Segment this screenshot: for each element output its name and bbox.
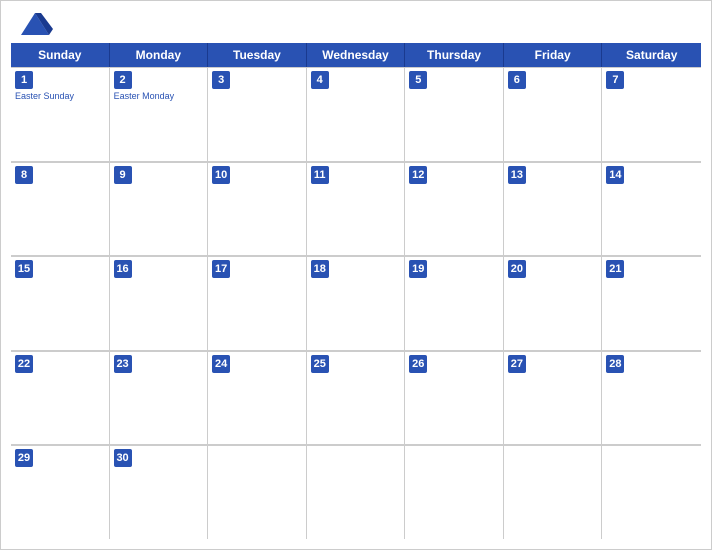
weekday-header-friday: Friday (504, 43, 603, 67)
day-cell-11: 11 (307, 162, 406, 256)
day-cell-empty (405, 445, 504, 539)
logo-icon (17, 9, 53, 39)
day-cell-empty (307, 445, 406, 539)
day-number: 18 (311, 260, 329, 278)
day-number: 17 (212, 260, 230, 278)
day-cell-29: 29 (11, 445, 110, 539)
day-cell-22: 22 (11, 351, 110, 445)
day-cell-26: 26 (405, 351, 504, 445)
day-cell-21: 21 (602, 256, 701, 350)
day-number: 15 (15, 260, 33, 278)
day-cell-7: 7 (602, 67, 701, 161)
weekday-header-saturday: Saturday (602, 43, 701, 67)
day-cell-12: 12 (405, 162, 504, 256)
week-row-4: 22 23 24 25 26 27 28 (11, 351, 701, 446)
day-cell-1: 1 Easter Sunday (11, 67, 110, 161)
day-number: 1 (15, 71, 33, 89)
day-number: 12 (409, 166, 427, 184)
week-row-5: 29 30 (11, 445, 701, 539)
day-number: 25 (311, 355, 329, 373)
day-number: 13 (508, 166, 526, 184)
day-number: 20 (508, 260, 526, 278)
day-number: 5 (409, 71, 427, 89)
day-cell-30: 30 (110, 445, 209, 539)
weekday-header-tuesday: Tuesday (208, 43, 307, 67)
day-cell-5: 5 (405, 67, 504, 161)
day-number: 23 (114, 355, 132, 373)
holiday-label: Easter Sunday (15, 91, 105, 102)
day-number: 26 (409, 355, 427, 373)
day-number: 11 (311, 166, 329, 184)
day-cell-10: 10 (208, 162, 307, 256)
day-number: 10 (212, 166, 230, 184)
calendar-page: SundayMondayTuesdayWednesdayThursdayFrid… (0, 0, 712, 550)
weekday-header-thursday: Thursday (405, 43, 504, 67)
day-number: 3 (212, 71, 230, 89)
day-number: 9 (114, 166, 132, 184)
day-number: 16 (114, 260, 132, 278)
day-cell-18: 18 (307, 256, 406, 350)
week-row-2: 8 9 10 11 12 13 14 (11, 162, 701, 257)
weeks-container: 1 Easter Sunday 2 Easter Monday 3 4 5 6 7 8 9 10 11 1… (11, 67, 701, 539)
week-row-3: 15 16 17 18 19 20 21 (11, 256, 701, 351)
day-cell-3: 3 (208, 67, 307, 161)
day-cell-2: 2 Easter Monday (110, 67, 209, 161)
day-cell-20: 20 (504, 256, 603, 350)
day-number: 14 (606, 166, 624, 184)
week-row-1: 1 Easter Sunday 2 Easter Monday 3 4 5 6 7 (11, 67, 701, 162)
day-cell-16: 16 (110, 256, 209, 350)
weekday-header-wednesday: Wednesday (307, 43, 406, 67)
day-cell-23: 23 (110, 351, 209, 445)
weekday-headers: SundayMondayTuesdayWednesdayThursdayFrid… (11, 43, 701, 67)
day-number: 29 (15, 449, 33, 467)
calendar-grid: SundayMondayTuesdayWednesdayThursdayFrid… (11, 43, 701, 539)
day-cell-empty (602, 445, 701, 539)
logo (17, 9, 57, 39)
day-number: 30 (114, 449, 132, 467)
day-number: 21 (606, 260, 624, 278)
day-number: 24 (212, 355, 230, 373)
day-number: 7 (606, 71, 624, 89)
day-cell-15: 15 (11, 256, 110, 350)
day-cell-4: 4 (307, 67, 406, 161)
weekday-header-monday: Monday (110, 43, 209, 67)
day-cell-25: 25 (307, 351, 406, 445)
header (1, 1, 711, 43)
weekday-header-sunday: Sunday (11, 43, 110, 67)
day-cell-9: 9 (110, 162, 209, 256)
day-cell-8: 8 (11, 162, 110, 256)
day-cell-empty (504, 445, 603, 539)
day-number: 19 (409, 260, 427, 278)
day-cell-24: 24 (208, 351, 307, 445)
holiday-label: Easter Monday (114, 91, 204, 102)
day-cell-17: 17 (208, 256, 307, 350)
day-number: 4 (311, 71, 329, 89)
day-cell-19: 19 (405, 256, 504, 350)
day-number: 6 (508, 71, 526, 89)
day-number: 8 (15, 166, 33, 184)
day-number: 22 (15, 355, 33, 373)
day-cell-13: 13 (504, 162, 603, 256)
day-cell-14: 14 (602, 162, 701, 256)
day-number: 27 (508, 355, 526, 373)
day-cell-empty (208, 445, 307, 539)
day-number: 28 (606, 355, 624, 373)
day-cell-28: 28 (602, 351, 701, 445)
day-number: 2 (114, 71, 132, 89)
day-cell-27: 27 (504, 351, 603, 445)
day-cell-6: 6 (504, 67, 603, 161)
